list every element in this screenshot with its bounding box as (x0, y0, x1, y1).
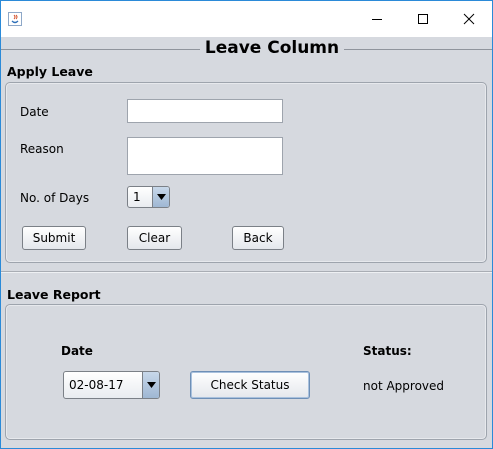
leave-report-panel: Date 02-08-17 Check Status Status: not A… (5, 304, 487, 440)
status-label: Status: (363, 344, 412, 358)
maximize-icon (418, 14, 428, 24)
main-title-bar: Leave Column (1, 37, 492, 61)
days-dropdown[interactable]: 1 (127, 186, 170, 208)
minimize-button[interactable] (354, 1, 400, 37)
days-label: No. of Days (20, 191, 90, 205)
close-button[interactable] (446, 1, 492, 37)
section-divider-highlight (1, 272, 492, 273)
close-icon (463, 13, 475, 25)
apply-leave-heading: Apply Leave (7, 64, 93, 79)
minimize-icon (372, 19, 382, 20)
apply-leave-panel: Date Reason No. of Days 1 Submit Clear B… (5, 82, 487, 263)
reason-field[interactable] (127, 137, 283, 175)
reason-label: Reason (20, 142, 64, 156)
maximize-button[interactable] (400, 1, 446, 37)
date-field[interactable] (127, 99, 283, 123)
status-value: not Approved (363, 379, 445, 393)
back-button[interactable]: Back (232, 226, 284, 250)
check-status-button[interactable]: Check Status (190, 371, 310, 399)
content-pane: Leave Column Apply Leave Date Reason No.… (1, 37, 492, 448)
title-bar[interactable] (1, 1, 492, 37)
report-date-label: Date (61, 344, 93, 358)
page-title: Leave Column (204, 38, 340, 58)
chevron-down-icon[interactable] (152, 187, 169, 207)
title-rule-right (344, 49, 492, 50)
chevron-down-icon[interactable] (142, 372, 159, 398)
report-date-dropdown[interactable]: 02-08-17 (63, 371, 160, 399)
java-app-icon (8, 12, 22, 26)
days-selected-value: 1 (133, 190, 141, 204)
report-date-selected-value: 02-08-17 (69, 378, 124, 392)
application-window: Leave Column Apply Leave Date Reason No.… (0, 0, 493, 449)
clear-button[interactable]: Clear (127, 226, 182, 250)
submit-button[interactable]: Submit (22, 226, 86, 250)
leave-report-heading: Leave Report (7, 287, 101, 302)
title-rule-left (1, 49, 200, 50)
date-label: Date (20, 105, 49, 119)
